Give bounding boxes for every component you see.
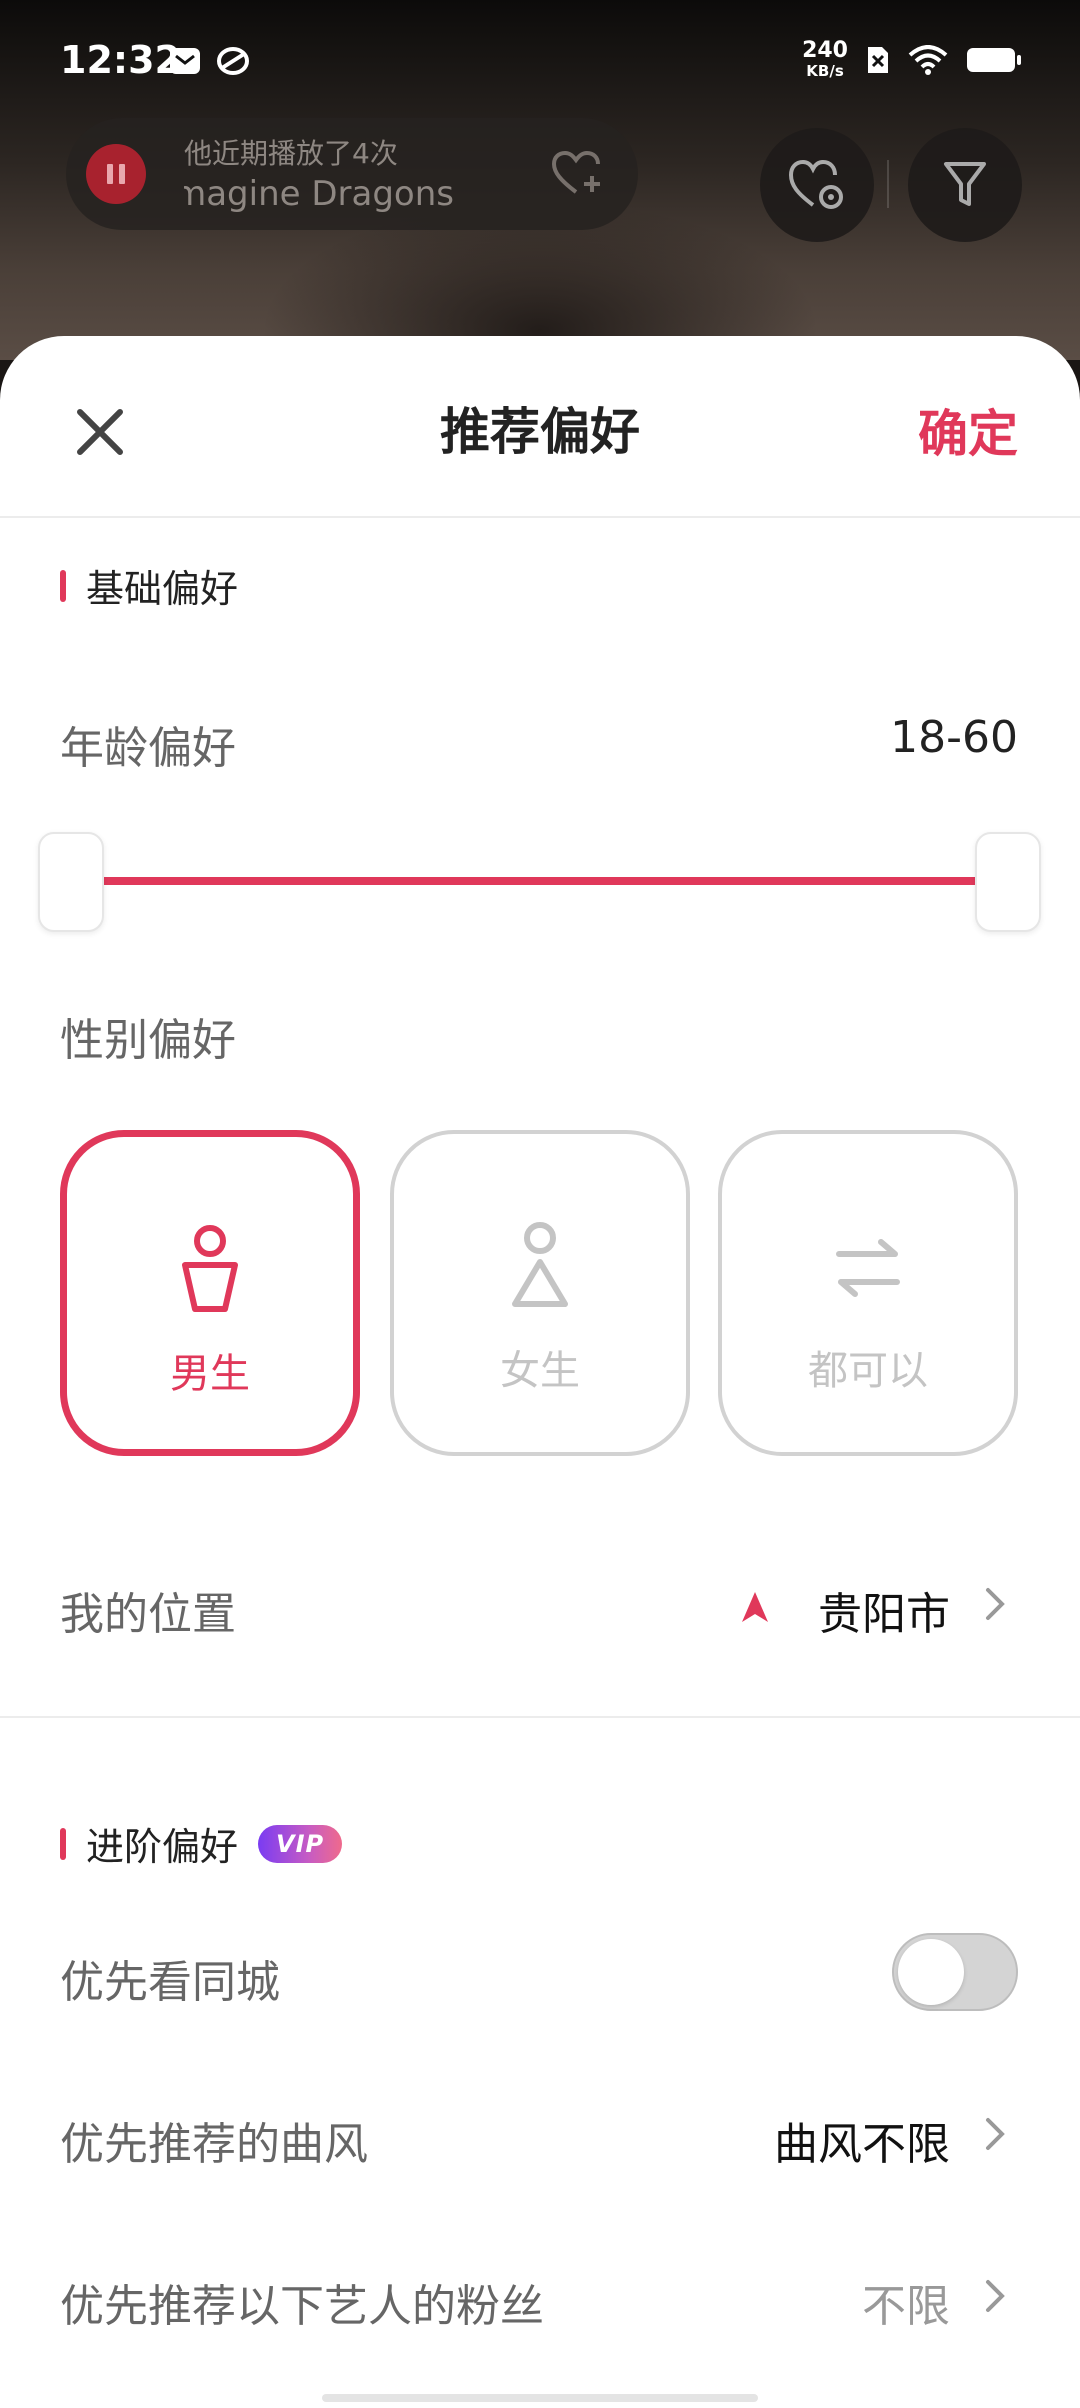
section-basic: 基础偏好: [60, 558, 238, 613]
artist-fans-label: 优先推荐以下艺人的粉丝: [60, 2281, 544, 2332]
section-marker: [60, 1827, 66, 1860]
battery-icon: [967, 47, 1021, 72]
section-advanced: 进阶偏好 VIP: [60, 1816, 343, 1871]
sheet-header: 推荐偏好 确定: [0, 336, 1080, 518]
pause-button[interactable]: [86, 144, 146, 204]
same-city-label: 优先看同城: [60, 1957, 280, 2008]
gender-option-label: 男生: [170, 1351, 250, 1397]
chevron-right-icon: [986, 2280, 1005, 2312]
female-icon: [512, 1222, 568, 1307]
app-icon: [217, 47, 249, 75]
artist-fans-value: 不限: [862, 2281, 950, 2332]
location-label: 我的位置: [60, 1589, 236, 1640]
genre-label: 优先推荐的曲风: [60, 2119, 368, 2170]
status-right-icons: 240 KB/s: [802, 40, 1022, 79]
home-indicator: [322, 2394, 758, 2402]
status-bar: 12:32 240 KB/s: [0, 0, 1080, 120]
network-speed: 240 KB/s: [802, 38, 848, 80]
confirm-button[interactable]: 确定: [918, 394, 1018, 466]
now-playing-title: Imagine Dragons: [184, 174, 454, 214]
swap-icon: [836, 1239, 900, 1297]
location-value: 贵阳市: [818, 1589, 950, 1640]
mail-icon: [170, 48, 200, 74]
gender-option-male[interactable]: 男生: [60, 1130, 360, 1456]
slider-track: [100, 877, 980, 885]
favorite-settings-button[interactable]: [760, 128, 874, 242]
gender-option-label: 女生: [500, 1348, 580, 1394]
male-icon: [182, 1225, 238, 1312]
chevron-right-icon: [986, 1588, 1005, 1620]
genre-value: 曲风不限: [774, 2119, 950, 2170]
chevron-right-icon: [986, 2118, 1005, 2150]
slider-max-handle[interactable]: [975, 832, 1041, 932]
gender-option-female[interactable]: 女生: [390, 1130, 690, 1456]
toggle-knob: [898, 1939, 964, 2005]
wifi-icon: [908, 44, 948, 75]
slider-min-handle[interactable]: [38, 832, 104, 932]
header-separator: [887, 160, 889, 208]
status-notification-icons: [168, 46, 250, 76]
same-city-toggle[interactable]: [892, 1933, 1018, 2011]
gender-option-label: 都可以: [808, 1348, 928, 1394]
section-marker: [60, 569, 66, 602]
location-arrow-icon: [742, 1592, 768, 1622]
pause-icon: [107, 164, 113, 184]
vip-badge: VIP: [258, 1824, 343, 1863]
preference-sheet: 推荐偏好 确定 基础偏好 年龄偏好 18-60 性别偏好 男生 女生 都可以 我…: [0, 336, 1080, 2408]
gender-label: 性别偏好: [60, 1015, 236, 1066]
section-divider: [0, 1716, 1080, 1718]
no-sim-icon: [868, 46, 888, 73]
heart-add-icon[interactable]: [552, 150, 604, 198]
now-playing-pill[interactable]: 他近期播放了4次 Imagine Dragons: [66, 118, 638, 230]
filter-button[interactable]: [908, 128, 1022, 242]
status-time: 12:32: [60, 38, 181, 82]
age-label: 年龄偏好: [60, 723, 236, 774]
now-playing-subtitle: 他近期播放了4次: [184, 137, 398, 170]
gender-option-any[interactable]: 都可以: [718, 1130, 1018, 1456]
filter-icon: [944, 162, 986, 206]
heart-gear-icon: [788, 159, 843, 209]
age-value: 18-60: [890, 712, 1018, 763]
